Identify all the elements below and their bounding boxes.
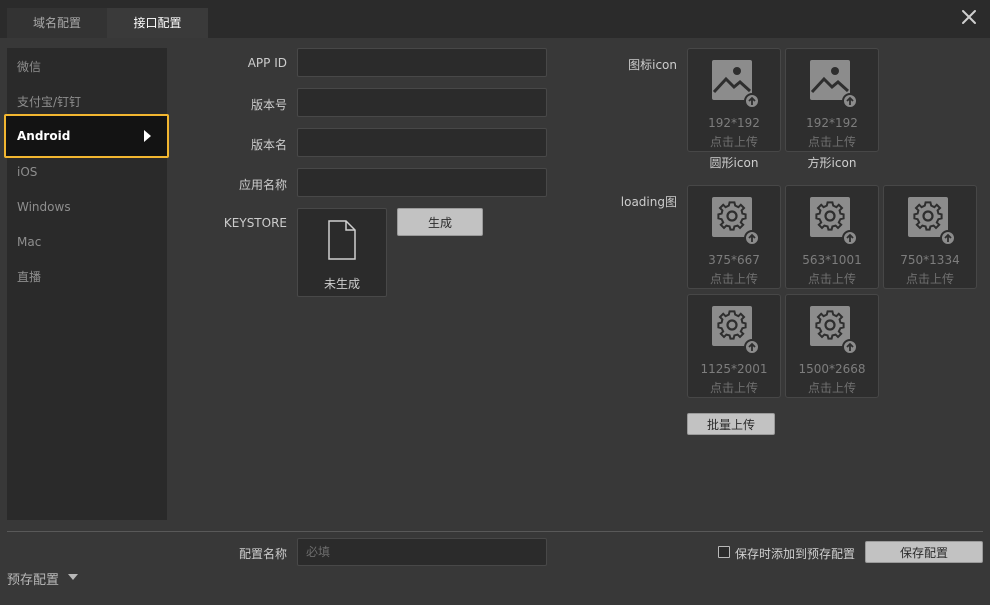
upload-hint-text: 点击上传 bbox=[807, 381, 856, 395]
batch-upload-button[interactable]: 批量上传 bbox=[687, 413, 775, 435]
square-icon-caption: 方形icon bbox=[807, 156, 857, 170]
upload-hint-text: 点击上传 bbox=[905, 272, 954, 286]
upload-hint-text: 点击上传 bbox=[807, 135, 856, 149]
app-id-input[interactable] bbox=[297, 48, 547, 77]
config-name-label: 配置名称 bbox=[238, 547, 287, 561]
upload-size-text: 192*192 bbox=[806, 116, 858, 130]
keystore-status: 未生成 bbox=[323, 277, 360, 291]
tab-bar: 域名配置 接口配置 bbox=[0, 0, 990, 38]
sidebar-item-wechat[interactable]: 微信 bbox=[7, 52, 167, 82]
preset-config-dropdown[interactable]: 预存配置 bbox=[7, 569, 59, 588]
upload-hint-text: 点击上传 bbox=[709, 135, 758, 149]
upload-arrow-icon bbox=[842, 230, 858, 246]
app-id-label: APP ID bbox=[247, 56, 287, 70]
loading-upload-1125x2001[interactable]: 1125*2001 点击上传 bbox=[687, 294, 781, 398]
upload-arrow-icon bbox=[842, 93, 858, 109]
generate-button[interactable]: 生成 bbox=[397, 208, 483, 236]
tab-domain-config[interactable]: 域名配置 bbox=[7, 8, 107, 38]
save-to-preset-label: 保存时添加到预存配置 bbox=[735, 547, 856, 561]
upload-arrow-icon bbox=[744, 339, 760, 355]
version-code-label: 版本号 bbox=[250, 98, 287, 112]
version-code-input[interactable] bbox=[297, 88, 547, 117]
upload-size-text: 375*667 bbox=[708, 253, 760, 267]
upload-arrow-icon bbox=[744, 230, 760, 246]
sidebar-item-windows[interactable]: Windows bbox=[7, 192, 167, 222]
sidebar-item-android[interactable]: Android bbox=[4, 114, 169, 158]
loading-upload-750x1334[interactable]: 750*1334 点击上传 bbox=[883, 185, 977, 289]
keystore-file-box[interactable]: 未生成 bbox=[297, 208, 387, 297]
platform-sidebar: 微信 支付宝/钉钉 Android iOS Windows Mac 直播 bbox=[4, 48, 169, 520]
upload-arrow-icon bbox=[940, 230, 956, 246]
upload-size-text: 1125*2001 bbox=[700, 362, 768, 376]
sidebar-item-live[interactable]: 直播 bbox=[7, 262, 167, 292]
upload-hint-text: 点击上传 bbox=[709, 381, 758, 395]
upload-arrow-icon bbox=[842, 339, 858, 355]
sidebar-item-mac[interactable]: Mac bbox=[7, 227, 167, 257]
upload-size-text: 750*1334 bbox=[900, 253, 960, 267]
save-to-preset-checkbox[interactable] bbox=[718, 546, 730, 558]
tab-api-config[interactable]: 接口配置 bbox=[107, 8, 208, 38]
document-icon bbox=[328, 220, 356, 260]
caret-down-icon[interactable] bbox=[68, 574, 78, 580]
upload-size-text: 563*1001 bbox=[802, 253, 862, 267]
upload-hint-text: 点击上传 bbox=[807, 272, 856, 286]
sidebar-item-alipay-dingtalk[interactable]: 支付宝/钉钉 bbox=[7, 87, 167, 117]
loading-upload-563x1001[interactable]: 563*1001 点击上传 bbox=[785, 185, 879, 289]
upload-hint-text: 点击上传 bbox=[709, 272, 758, 286]
loading-upload-375x667[interactable]: 375*667 点击上传 bbox=[687, 185, 781, 289]
loading-section-label: loading图 bbox=[620, 195, 677, 209]
config-name-input[interactable] bbox=[297, 538, 547, 566]
save-config-button[interactable]: 保存配置 bbox=[865, 541, 983, 563]
app-name-input[interactable] bbox=[297, 168, 547, 197]
version-name-label: 版本名 bbox=[250, 138, 287, 152]
upload-size-text: 192*192 bbox=[708, 116, 760, 130]
loading-upload-1500x2668[interactable]: 1500*2668 点击上传 bbox=[785, 294, 879, 398]
round-icon-upload[interactable]: 192*192 点击上传 bbox=[687, 48, 781, 152]
icon-section-label: 图标icon bbox=[628, 58, 677, 72]
upload-arrow-icon bbox=[744, 93, 760, 109]
version-name-input[interactable] bbox=[297, 128, 547, 157]
close-icon[interactable] bbox=[958, 6, 980, 28]
upload-size-text: 1500*2668 bbox=[798, 362, 866, 376]
footer-divider bbox=[7, 531, 983, 532]
keystore-label: KEYSTORE bbox=[223, 216, 287, 230]
sidebar-item-label: Android bbox=[17, 129, 71, 143]
round-icon-caption: 圆形icon bbox=[709, 156, 759, 170]
sidebar-item-ios[interactable]: iOS bbox=[7, 157, 167, 187]
square-icon-upload[interactable]: 192*192 点击上传 bbox=[785, 48, 879, 152]
caret-right-icon bbox=[144, 130, 151, 142]
app-name-label: 应用名称 bbox=[238, 178, 287, 192]
